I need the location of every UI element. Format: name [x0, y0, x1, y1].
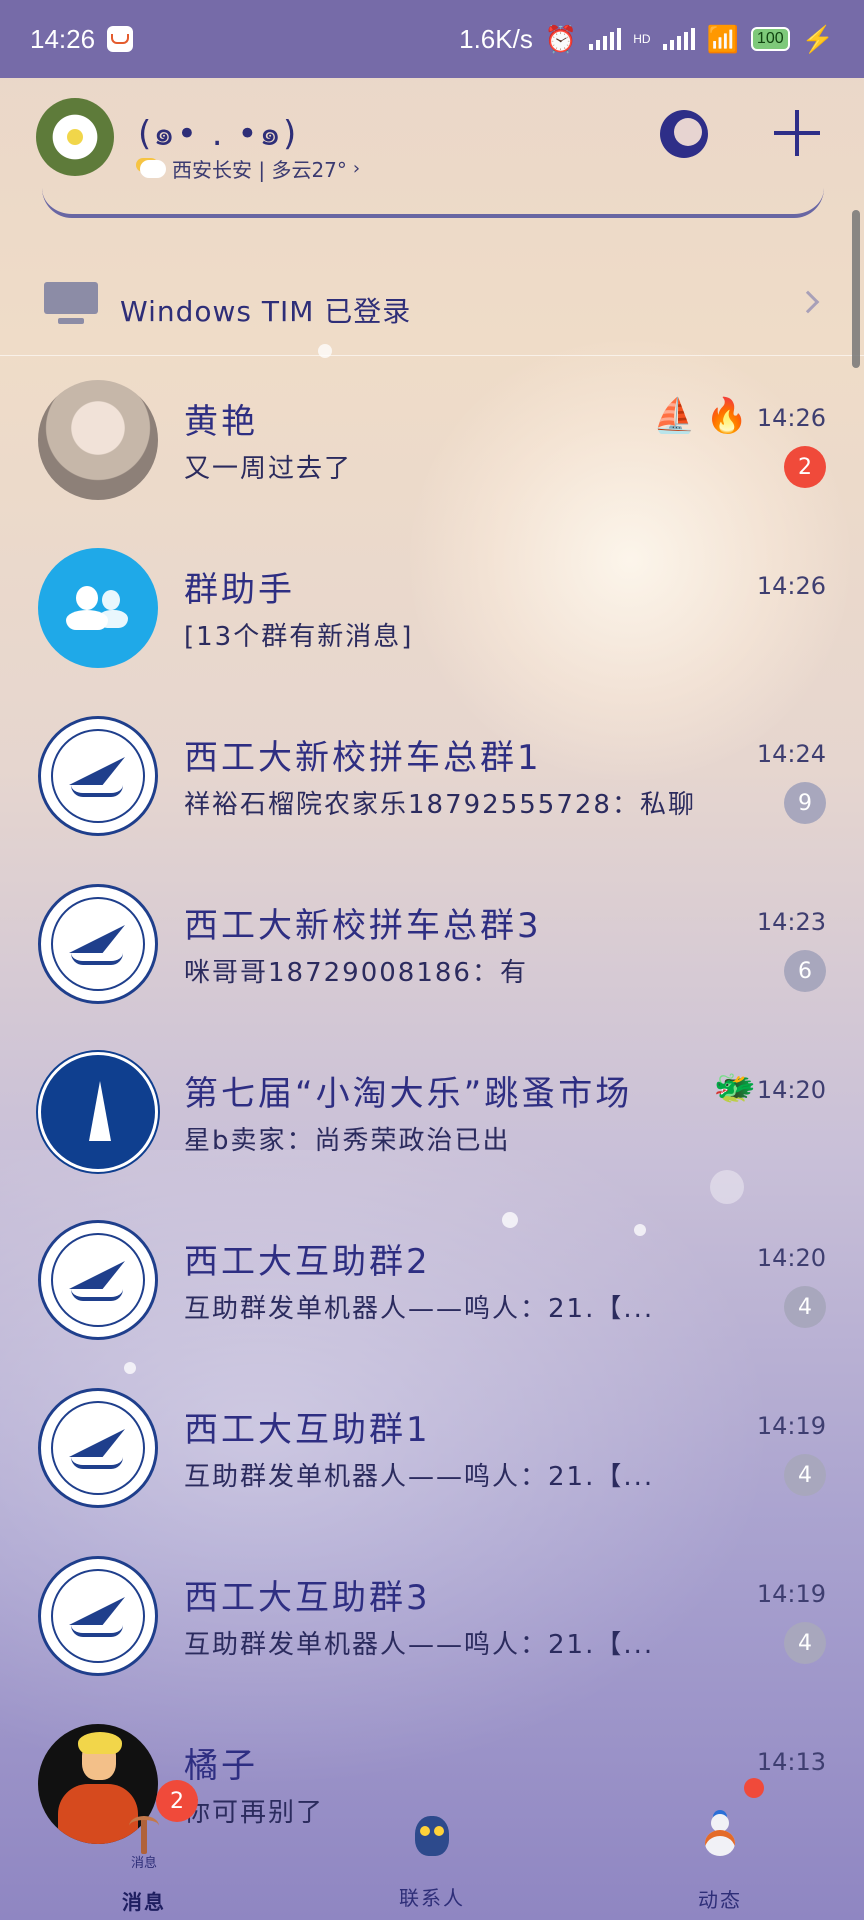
- fire-icon: 🔥: [705, 396, 748, 436]
- conversation-preview: 星b卖家：尚秀荣政治已出: [184, 1126, 511, 1156]
- owl-icon: [415, 1816, 449, 1856]
- battery-indicator: 100: [750, 27, 790, 51]
- group-tags: 🐲: [714, 1068, 756, 1108]
- conversation-name: 橘子: [184, 1746, 258, 1786]
- signal-icon-2: [662, 28, 695, 50]
- conversation-preview: 咪哥哥18729008186：有: [184, 958, 528, 988]
- conversation-preview: 互助群发单机器人——鸣人：21.【...: [184, 1294, 655, 1324]
- snowman-icon: [703, 1814, 737, 1858]
- tree-icon: 消息: [119, 1810, 169, 1871]
- conversation-time: 14:23: [756, 908, 826, 936]
- unread-badge: 4: [784, 1286, 826, 1328]
- sailboat-icon: ⛵: [653, 396, 696, 436]
- status-time: 14:26: [30, 23, 96, 54]
- conversation-preview: 祥裕石榴院农家乐18792555728：私聊: [184, 790, 696, 820]
- group-avatar[interactable]: [38, 1220, 158, 1340]
- conversation-name: 西工大互助群2: [184, 1242, 431, 1282]
- wifi-icon: 📶: [706, 23, 739, 54]
- conversation-time: 14:19: [756, 1580, 826, 1608]
- group-avatar[interactable]: [38, 1388, 158, 1508]
- contact-avatar[interactable]: [38, 380, 158, 500]
- conversation-time: 14:19: [756, 1412, 826, 1440]
- conversation-item[interactable]: 西工大互助群2 互助群发单机器人——鸣人：21.【... 14:20 4: [0, 1196, 864, 1364]
- tab-messages[interactable]: 消息 消息: [64, 1810, 224, 1915]
- feed-notification-dot: [744, 1778, 764, 1798]
- monitor-icon: [44, 282, 98, 326]
- conversation-preview: 又一周过去了: [184, 454, 353, 484]
- tab-contacts[interactable]: 联系人: [352, 1810, 512, 1911]
- signal-icon: [589, 28, 622, 50]
- group-avatar[interactable]: [38, 1556, 158, 1676]
- conversation-name: 西工大互助群3: [184, 1578, 431, 1618]
- conversation-preview: 互助群发单机器人——鸣人：21.【...: [184, 1462, 655, 1492]
- unread-badge: 2: [784, 446, 826, 488]
- conversation-item[interactable]: 群助手 [13个群有新消息] 14:26: [0, 524, 864, 692]
- conversation-name: 西工大新校拼车总群1: [184, 738, 542, 778]
- unread-badge: 9: [784, 782, 826, 824]
- messages-unread-badge: 2: [156, 1780, 198, 1822]
- status-bar: 14:26 1.6K/s ⏰ HD 📶 100 ⚡: [0, 0, 864, 78]
- conversation-time: 14:26: [756, 572, 826, 600]
- friendship-tags: ⛵ 🔥: [653, 396, 748, 436]
- tab-label: 消息: [122, 1890, 166, 1914]
- scrollbar[interactable]: [852, 210, 860, 368]
- conversation-time: 14:20: [756, 1076, 826, 1104]
- tab-label: 联系人: [399, 1886, 465, 1910]
- tab-label: 动态: [698, 1888, 742, 1912]
- search-bar[interactable]: [42, 150, 824, 218]
- unread-badge: 4: [784, 1622, 826, 1664]
- conversation-item[interactable]: 西工大互助群3 互助群发单机器人——鸣人：21.【... 14:19 4: [0, 1532, 864, 1700]
- group-helper-avatar[interactable]: [38, 548, 158, 668]
- unread-badge: 6: [784, 950, 826, 992]
- tab-messages-sublabel: 消息: [130, 1856, 157, 1871]
- conversation-time: 14:13: [756, 1748, 826, 1776]
- bottom-nav: 消息 消息 联系人 动态: [0, 1800, 864, 1920]
- charging-icon: ⚡: [801, 23, 834, 54]
- device-login-text: Windows TIM 已登录: [120, 295, 412, 328]
- group-avatar[interactable]: [38, 884, 158, 1004]
- conversation-time: 14:26: [756, 404, 826, 432]
- dragon-icon: 🐲: [713, 1068, 756, 1108]
- conversation-item[interactable]: 西工大新校拼车总群1 祥裕石榴院农家乐18792555728：私聊 14:24 …: [0, 692, 864, 860]
- conversation-item[interactable]: 西工大新校拼车总群3 咪哥哥18729008186：有 14:23 6: [0, 860, 864, 1028]
- conversation-name: 西工大新校拼车总群3: [184, 906, 542, 946]
- conversation-time: 14:24: [756, 740, 826, 768]
- conversation-name: 西工大互助群1: [184, 1410, 431, 1450]
- chevron-right-icon: [796, 290, 820, 314]
- conversation-item[interactable]: 第七届“小淘大乐”跳蚤市场 星b卖家：尚秀荣政治已出 🐲 14:20: [0, 1028, 864, 1196]
- tab-feed[interactable]: 动态: [640, 1810, 800, 1913]
- conversation-name: 黄艳: [184, 402, 258, 442]
- conversation-name: 群助手: [184, 570, 295, 610]
- people-icon: [66, 586, 130, 630]
- hd-label: HD: [633, 32, 651, 46]
- group-avatar[interactable]: [38, 1052, 158, 1172]
- conversation-item[interactable]: 黄艳 又一周过去了 ⛵ 🔥 14:26 2: [0, 356, 864, 524]
- conversation-name: 第七届“小淘大乐”跳蚤市场: [184, 1074, 633, 1114]
- conversation-preview: [13个群有新消息]: [184, 622, 414, 652]
- conversation-item[interactable]: 西工大互助群1 互助群发单机器人——鸣人：21.【... 14:19 4: [0, 1364, 864, 1532]
- device-login-row[interactable]: Windows TIM 已登录: [0, 260, 864, 356]
- conversation-preview: 互助群发单机器人——鸣人：21.【...: [184, 1630, 655, 1660]
- network-speed: 1.6K/s: [459, 23, 533, 54]
- conversation-time: 14:20: [756, 1244, 826, 1272]
- unread-badge: 4: [784, 1454, 826, 1496]
- conversation-list: 黄艳 又一周过去了 ⛵ 🔥 14:26 2 群助手 [13个群有新消息] 14:…: [0, 356, 864, 1868]
- alarm-icon: ⏰: [544, 23, 578, 54]
- group-avatar[interactable]: [38, 716, 158, 836]
- app-notification-icon: [107, 26, 134, 52]
